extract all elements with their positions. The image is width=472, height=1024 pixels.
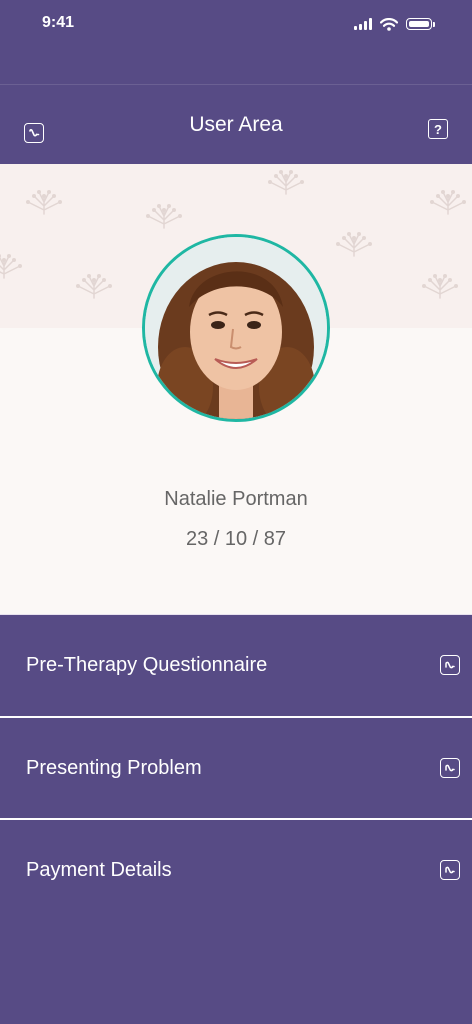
menu-item-pre-therapy-questionnaire[interactable]: Pre-Therapy Questionnaire <box>0 614 472 716</box>
page-title: User Area <box>189 113 283 136</box>
menu-item-label: Presenting Problem <box>26 756 202 779</box>
open-icon[interactable] <box>440 655 460 675</box>
open-icon[interactable] <box>440 758 460 778</box>
signal-icon <box>354 18 372 30</box>
menu-item-label: Payment Details <box>26 858 172 881</box>
menu-item-presenting-problem[interactable]: Presenting Problem <box>0 716 472 818</box>
open-icon[interactable] <box>440 860 460 880</box>
help-icon[interactable]: ? <box>428 119 448 139</box>
user-name: Natalie Portman <box>164 488 308 510</box>
user-date-of-birth: 23 / 10 / 87 <box>185 528 287 550</box>
status-bar: 9:41 <box>0 0 472 48</box>
menu-item-label: Pre-Therapy Questionnaire <box>26 654 268 676</box>
wifi-icon <box>380 17 398 31</box>
user-photo <box>145 237 327 419</box>
nav-bar: User Area ? <box>0 84 472 165</box>
menu-item-payment-details[interactable]: Payment Details <box>0 818 472 920</box>
status-icons <box>354 15 435 33</box>
avatar[interactable] <box>142 234 330 422</box>
menu-list: Pre-Therapy Questionnaire Presenting Pro… <box>0 614 472 920</box>
back-icon[interactable] <box>24 123 44 143</box>
profile-card: Natalie Portman 23 / 10 / 87 <box>0 164 472 614</box>
status-time: 9:41 <box>42 14 75 31</box>
battery-icon <box>406 18 435 30</box>
